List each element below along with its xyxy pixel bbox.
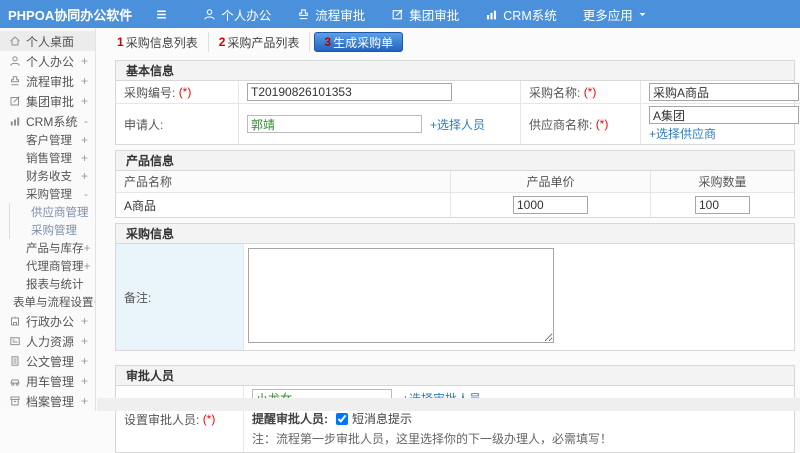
top-menu-crm[interactable]: CRM系统 [472,0,569,28]
col-product-price: 产品单价 [451,171,651,193]
stamp-icon [297,8,310,21]
sidebar-item-admin-office[interactable]: 行政办公 + [0,311,95,331]
purchase-no-label-cell: 采购编号: (*) [116,81,239,103]
tab-purchase-info-list[interactable]: 1 采购信息列表 [107,32,209,52]
supplier-label-cell: 供应商名称: (*) [521,103,641,144]
sidebar-item-form-flow-settings[interactable]: 表单与流程设置 + [0,293,95,311]
top-menu: 个人办公 流程审批 集团审批 CRM系统 更多应用 [190,0,660,28]
section-basic-info: 基本信息 采购编号: (*) 采购名称: (*) 申请人: [115,60,800,145]
chart-icon [485,8,498,21]
top-menu-more-apps[interactable]: 更多应用 [570,0,660,28]
section-title: 产品信息 [116,151,794,171]
home-icon [9,35,21,47]
applicant-input[interactable] [247,115,422,133]
form-panel: 基本信息 采购编号: (*) 采购名称: (*) 申请人: [115,60,800,453]
remark-label-cell: 备注: [116,244,244,350]
sidebar-item-agent-mgmt[interactable]: 代理商管理 + [0,257,95,275]
stamp-icon [9,75,21,87]
purchase-no-input[interactable] [247,83,452,101]
sidebar-item-finance[interactable]: 财务收支 + [0,167,95,185]
section-product-info: 产品信息 产品名称 产品单价 采购数量 A商品 [115,150,795,218]
section-title: 基本信息 [116,61,794,81]
edit-icon [391,8,404,21]
main-content: 1 采购信息列表 2 采购产品列表 3 生成采购单 基本信息 采购编号: (*) [97,28,800,453]
section-title: 采购信息 [116,224,794,244]
remark-textarea[interactable] [248,248,554,343]
top-menu-group-approval[interactable]: 集团审批 [378,0,472,28]
applicant-cell: +选择人员 [239,103,521,144]
select-person-link[interactable]: +选择人员 [430,116,485,133]
approver-cell: +选择审批人员 提醒审批人员: 短消息提示 注：流程第一步审批人员，这里选择你的… [244,386,794,452]
archive-icon [9,395,21,407]
purchase-qty-cell [651,193,794,217]
car-icon [9,375,21,387]
card-icon [9,335,21,347]
doc-icon [9,355,21,367]
sidebar-item-personal-desktop[interactable]: 个人桌面 [0,31,95,51]
remark-cell [244,244,794,350]
section-title: 审批人员 [116,366,794,386]
purchase-qty-input[interactable] [695,196,750,214]
purchase-name-label-cell: 采购名称: (*) [521,81,641,103]
sidebar-item-group-approval[interactable]: 集团审批 + [0,91,95,111]
topbar: PHPOA协同办公软件 个人办公 流程审批 集团审批 CRM系统 更多应用 [0,0,800,28]
product-name-cell: A商品 [116,193,451,217]
purchase-no-cell [239,81,521,103]
applicant-label-cell: 申请人: [116,103,239,144]
required-mark: (*) [583,85,597,99]
purchase-name-input[interactable] [649,83,799,101]
purchase-submenu: 供应商管理 采购管理 [9,203,95,239]
sidebar-item-customer-mgmt[interactable]: 客户管理 + [0,131,95,149]
remind-label: 提醒审批人员: [252,412,328,426]
sidebar-item-purchase-mgmt-sub[interactable]: 采购管理 [10,221,95,239]
col-purchase-qty: 采购数量 [651,171,794,193]
sidebar-item-supplier-mgmt[interactable]: 供应商管理 [10,203,95,221]
tab-purchase-product-list[interactable]: 2 采购产品列表 [209,32,311,52]
app-logo: PHPOA协同办公软件 [8,7,133,23]
required-mark: (*) [202,412,216,426]
supplier-input[interactable] [649,106,799,124]
supplier-cell: +选择供应商 [641,103,800,144]
sidebar-item-vehicle-mgmt[interactable]: 用车管理 + [0,371,95,391]
chart-icon [9,115,21,127]
user-icon [9,55,21,67]
purchase-name-cell [641,81,800,103]
section-purchase-info: 采购信息 备注: [115,223,795,351]
sidebar: 个人桌面 个人办公 + 流程审批 + 集团审批 + CRM系统 - 客户管理 +… [0,28,96,411]
required-mark: (*) [178,85,192,99]
sidebar-item-product-inventory[interactable]: 产品与库存 + [0,239,95,257]
sidebar-item-reports[interactable]: 报表与统计 [0,275,95,293]
sidebar-item-archive-mgmt[interactable]: 档案管理 + [0,391,95,411]
tab-generate-purchase-order[interactable]: 3 生成采购单 [314,32,404,52]
step-tabs: 1 采购信息列表 2 采购产品列表 3 生成采购单 [107,31,800,53]
sidebar-item-sales-mgmt[interactable]: 销售管理 + [0,149,95,167]
sidebar-item-purchase-mgmt[interactable]: 采购管理 - [0,185,95,203]
select-supplier-link[interactable]: +选择供应商 [649,125,716,142]
building-icon [9,315,21,327]
sidebar-item-crm[interactable]: CRM系统 - [0,111,95,131]
approver-note: 注：流程第一步审批人员，这里选择你的下一级办理人，必需填写！ [252,432,613,446]
product-price-cell [451,193,651,217]
sidebar-item-hr[interactable]: 人力资源 + [0,331,95,351]
top-menu-workflow-approval[interactable]: 流程审批 [284,0,378,28]
sidebar-item-workflow-approval[interactable]: 流程审批 + [0,71,95,91]
approver-label-cell: 设置审批人员: (*) [116,386,244,452]
top-menu-personal-office[interactable]: 个人办公 [190,0,284,28]
sidebar-item-personal-office[interactable]: 个人办公 + [0,51,95,71]
sidebar-item-document-mgmt[interactable]: 公文管理 + [0,351,95,371]
caret-down-icon [638,10,647,19]
hamburger-menu-icon[interactable] [146,8,176,21]
sms-remind-checkbox[interactable] [336,412,348,425]
edit-icon [9,95,21,107]
sms-remind-label: 短消息提示 [352,412,413,426]
bottom-strip [97,398,800,411]
col-product-name: 产品名称 [116,171,451,193]
required-mark: (*) [595,117,609,131]
user-icon [203,8,216,21]
product-price-input[interactable] [513,196,588,214]
